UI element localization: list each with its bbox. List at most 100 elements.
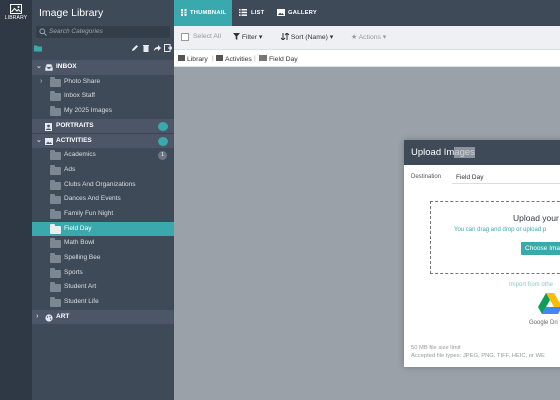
- sort-label: Sort (Name): [290, 34, 328, 41]
- destination-select[interactable]: Field Day: [452, 171, 560, 184]
- image-icon: [216, 55, 223, 61]
- tree-item-inbox-staff[interactable]: Inbox Staff: [32, 89, 174, 104]
- category-search-input[interactable]: Search Categories: [36, 26, 170, 38]
- tree-item-student-life[interactable]: Student Life: [32, 295, 174, 310]
- tree-group-art[interactable]: › ART: [32, 309, 174, 325]
- tree-group-label: INBOX: [56, 63, 77, 70]
- chevron-right-icon[interactable]: ›: [36, 310, 38, 325]
- tree-item-label: Student Art: [64, 283, 97, 291]
- tree-item-label: Spelling Bee: [64, 253, 101, 261]
- library-nav-label: LIBRARY: [4, 15, 28, 21]
- import-from-other-label: Import from othe: [509, 282, 554, 288]
- tree-item-clubs[interactable]: Clubs And Organizations: [32, 178, 174, 193]
- dialog-header: Upload Images: [404, 140, 560, 165]
- list-icon: [239, 9, 247, 16]
- tree-item-label: Math Bowl: [64, 239, 95, 247]
- palette-icon: [45, 314, 53, 322]
- actions-label: Actions: [358, 34, 381, 41]
- tree-item-field-day[interactable]: Field Day: [32, 221, 174, 237]
- tree-item-academics[interactable]: Academics 1: [32, 148, 174, 163]
- google-drive-label: Google Dri: [529, 320, 558, 326]
- trash-icon[interactable]: [142, 44, 150, 52]
- accepted-file-types: Accepted file types: JPEG, PNG, TIFF, HE…: [411, 353, 545, 359]
- edit-icon[interactable]: [131, 44, 139, 52]
- gallery-icon: [277, 9, 285, 16]
- folder-icon: [50, 282, 61, 293]
- folder-icon: [50, 252, 61, 263]
- star-icon: ★: [351, 34, 358, 41]
- tree-item-sports[interactable]: Sports: [32, 266, 174, 281]
- breadcrumb-separator: |: [212, 55, 214, 62]
- breadcrumb-activities[interactable]: Activities: [216, 55, 252, 63]
- tree-group-activities[interactable]: ⌄ ACTIVITIES: [32, 133, 174, 149]
- tree-item-label: Clubs And Organizations: [64, 180, 136, 188]
- folder-icon: [50, 208, 61, 219]
- google-drive-icon[interactable]: [538, 293, 560, 315]
- tree-item-label: Academics: [64, 151, 96, 159]
- image-library-icon: [178, 55, 185, 61]
- tree-item-student-art[interactable]: Student Art: [32, 280, 174, 295]
- upload-drop-zone[interactable]: Upload your i You can drag and drop or u…: [430, 201, 560, 274]
- filter-icon: [233, 33, 240, 40]
- breadcrumb-field-day[interactable]: Field Day: [259, 55, 298, 63]
- folder-icon: [50, 106, 61, 117]
- view-tabs: THUMBNAIL LIST GALLERY: [174, 0, 560, 26]
- select-all-label[interactable]: Select All: [193, 33, 221, 40]
- sidebar-toolbar: [32, 42, 174, 54]
- export-icon[interactable]: [164, 44, 172, 52]
- chevron-down-icon[interactable]: ⌄: [36, 60, 42, 75]
- tree-item-dances[interactable]: Dances And Events: [32, 192, 174, 207]
- tab-thumbnail[interactable]: THUMBNAIL: [174, 0, 232, 26]
- chevron-right-icon[interactable]: ›: [40, 75, 42, 90]
- tree-item-my-2025-images[interactable]: My 2025 Images: [32, 104, 174, 119]
- tree-item-ads[interactable]: Ads: [32, 163, 174, 178]
- search-icon: [39, 28, 47, 36]
- folder-icon: [50, 267, 61, 278]
- select-all-checkbox[interactable]: [181, 33, 189, 41]
- tab-label: THUMBNAIL: [190, 10, 227, 16]
- chevron-down-icon[interactable]: ⌄: [36, 134, 42, 149]
- breadcrumb: Library | Activities | Field Day: [174, 51, 560, 67]
- breadcrumb-label: Field Day: [269, 56, 298, 63]
- file-size-limit: 50 MB file size limit: [411, 345, 461, 351]
- share-icon[interactable]: [153, 44, 161, 52]
- drop-zone-title: Upload your i: [513, 213, 560, 223]
- tree-item-spelling-bee[interactable]: Spelling Bee: [32, 251, 174, 266]
- sort-button[interactable]: Sort (Name) ▾: [280, 32, 333, 41]
- tree-item-label: Dances And Events: [64, 195, 121, 203]
- folder-icon: [50, 223, 61, 234]
- dialog-title: Upload Im: [411, 147, 455, 158]
- filter-button[interactable]: Filter ▾: [233, 33, 262, 41]
- folder-icon: [50, 297, 61, 307]
- tab-label: GALLERY: [288, 10, 317, 16]
- image-library-icon: [10, 4, 22, 14]
- folder-icon: [50, 150, 61, 161]
- cloud-icon[interactable]: [158, 121, 168, 131]
- tree-item-math-bowl[interactable]: Math Bowl: [32, 236, 174, 251]
- breadcrumb-library[interactable]: Library: [178, 55, 208, 63]
- tree-item-photo-share[interactable]: › Photo Share: [32, 75, 174, 90]
- count-badge: 1: [158, 151, 167, 161]
- filter-label: Filter: [241, 34, 257, 41]
- tree-item-label: Field Day: [64, 224, 92, 232]
- image-icon: [45, 138, 53, 146]
- search-placeholder: Search Categories: [49, 28, 103, 35]
- folder-icon: [259, 55, 267, 61]
- tree-group-inbox[interactable]: ⌄ INBOX: [32, 60, 174, 75]
- portrait-icon: [45, 122, 52, 131]
- inbox-icon: [45, 64, 53, 71]
- tree-item-family-fun-night[interactable]: Family Fun Night: [32, 207, 174, 222]
- actions-button[interactable]: ★ Actions ▾: [351, 33, 386, 41]
- tab-list[interactable]: LIST: [232, 0, 268, 26]
- sidebar-title: Image Library: [39, 7, 104, 19]
- tree-group-portraits[interactable]: PORTRAITS: [32, 118, 174, 134]
- tab-gallery[interactable]: GALLERY: [270, 0, 320, 26]
- folder-icon: [50, 194, 61, 205]
- grid-icon: [181, 9, 187, 16]
- new-folder-icon[interactable]: [34, 44, 42, 52]
- library-nav-button[interactable]: LIBRARY: [0, 0, 32, 30]
- app-rail: LIBRARY: [0, 0, 32, 400]
- choose-images-button[interactable]: Choose Ima: [521, 242, 560, 255]
- tree-item-label: Ads: [64, 165, 76, 173]
- tools-icon[interactable]: [158, 137, 168, 147]
